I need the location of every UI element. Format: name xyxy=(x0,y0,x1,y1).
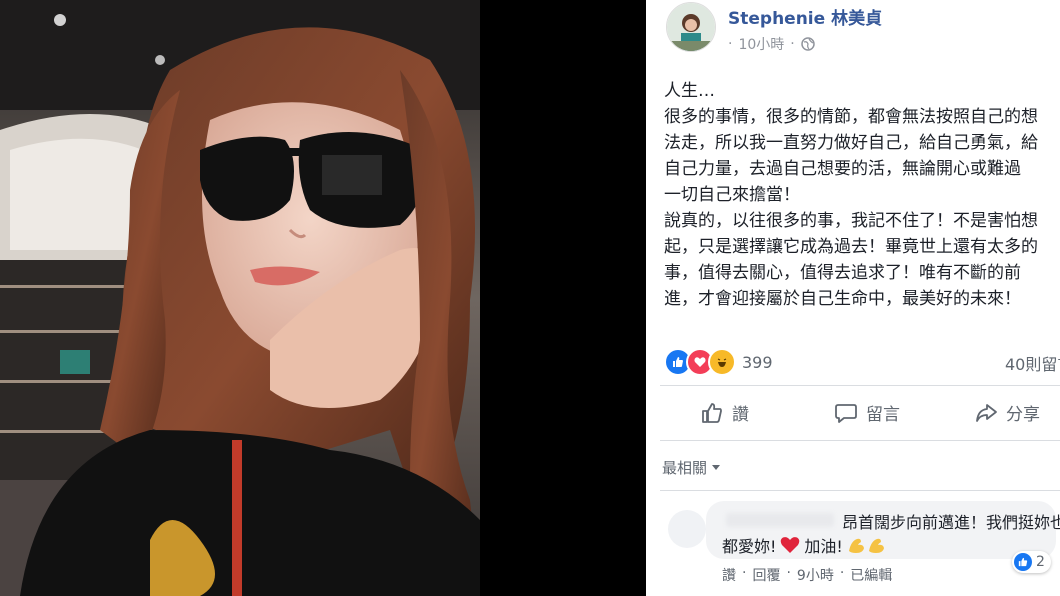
action-separator: · xyxy=(742,565,747,581)
comment-like-link[interactable]: 讚 xyxy=(722,565,736,585)
red-heart-emoji-icon xyxy=(781,537,800,553)
haha-icon xyxy=(708,348,736,376)
comment-text-line1: 昂首闊步向前邁進！我們挺妳也 xyxy=(842,513,1060,532)
action-separator: · xyxy=(786,565,791,581)
thumbs-up-icon xyxy=(702,402,722,423)
author-name[interactable]: Stephenie 林美貞 xyxy=(728,4,882,29)
comment-text-part: 都愛妳! xyxy=(722,537,777,556)
globe-icon[interactable] xyxy=(800,37,815,51)
share-button[interactable]: 分享 xyxy=(974,400,1040,425)
reaction-count: 399 xyxy=(742,352,773,372)
divider xyxy=(660,385,1060,386)
comment-label: 留言 xyxy=(866,405,900,425)
divider xyxy=(660,440,1060,441)
meta-separator: · xyxy=(790,36,795,52)
meta-separator: · xyxy=(728,36,733,52)
flexed-biceps-emoji-icon xyxy=(848,538,884,553)
comment-actions: 讚 · 回覆 · 9小時 · 已編輯 xyxy=(722,565,892,585)
comment-text-part: 加油! xyxy=(804,537,843,556)
post-panel: Stephenie 林美貞 · 10小時 · 人生… 很多的事情，很多的情節，都… xyxy=(646,0,1060,596)
comment-count[interactable]: 40則留言 xyxy=(1005,351,1060,375)
commenter-name-blurred xyxy=(726,513,834,527)
comment-time[interactable]: 9小時 xyxy=(797,565,834,585)
comment-bubble: 昂首闊步向前邁進！我們挺妳也 都愛妳! 加油! xyxy=(706,501,1060,559)
share-label: 分享 xyxy=(1006,405,1040,425)
divider xyxy=(660,490,1060,491)
post-meta: · 10小時 · xyxy=(728,34,815,54)
comment-reaction-badge[interactable]: 2 xyxy=(1012,551,1051,573)
post-time[interactable]: 10小時 xyxy=(738,34,784,54)
share-icon xyxy=(976,403,997,422)
post-photo[interactable] xyxy=(0,0,480,596)
comment-button[interactable]: 留言 xyxy=(834,400,900,425)
reaction-summary[interactable]: 399 xyxy=(664,348,773,376)
selfie-photo xyxy=(0,0,480,596)
post-text: 人生… 很多的事情，很多的情節，都會無法按照自己的想 法走，所以我一直努力做好自… xyxy=(664,81,1038,309)
author-avatar[interactable] xyxy=(666,2,716,52)
comment-reaction-count: 2 xyxy=(1036,554,1045,570)
lightbox-gap xyxy=(480,0,646,596)
like-label: 讚 xyxy=(732,405,749,425)
comment-sort-dropdown[interactable]: 最相關 xyxy=(662,457,721,478)
comment-text-line2: 都愛妳! 加油! xyxy=(722,533,887,557)
comment-icon xyxy=(835,403,857,423)
commenter-avatar[interactable] xyxy=(668,510,706,548)
comment-reply-link[interactable]: 回覆 xyxy=(752,565,780,585)
sort-label: 最相關 xyxy=(662,459,708,477)
action-separator: · xyxy=(839,565,845,581)
caret-down-icon xyxy=(712,464,721,470)
comment-edited[interactable]: 已編輯 xyxy=(850,565,892,585)
like-button[interactable]: 讚 xyxy=(700,400,749,425)
like-icon xyxy=(1014,553,1032,571)
